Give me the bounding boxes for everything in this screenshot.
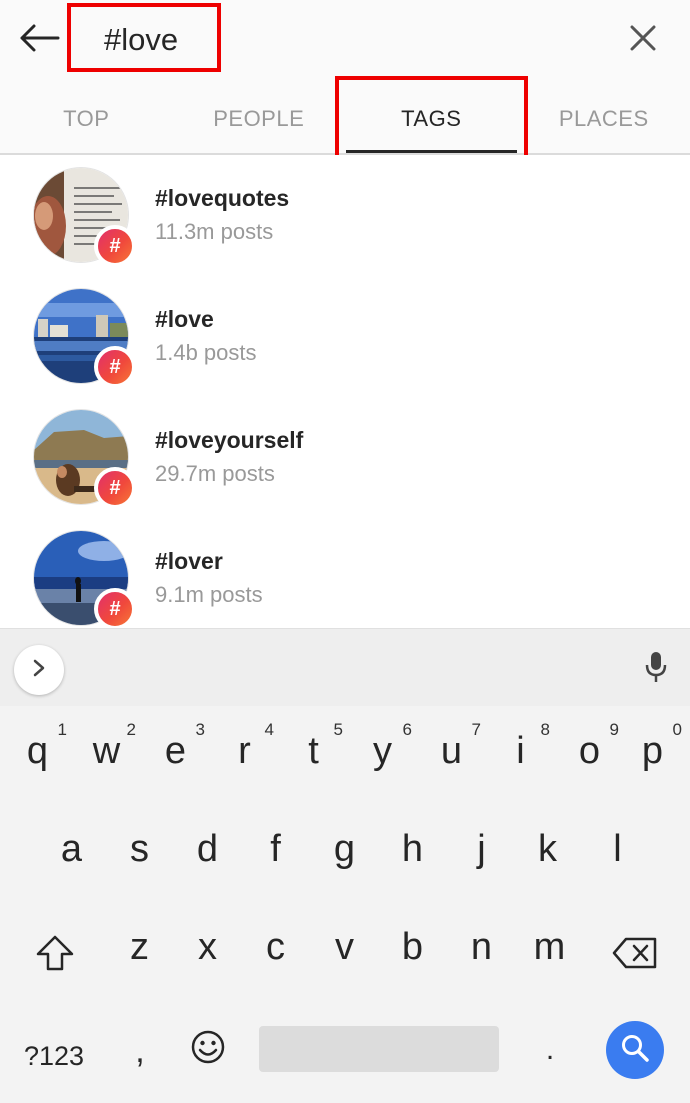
tag-result-lovequotes[interactable]: # #lovequotes 11.3m posts bbox=[0, 155, 690, 276]
key-o[interactable]: o9 bbox=[555, 706, 624, 796]
key-alt-label: 4 bbox=[264, 720, 274, 739]
shift-icon bbox=[35, 934, 75, 977]
tab-people[interactable]: PEOPLE bbox=[173, 92, 346, 153]
key-g[interactable]: g bbox=[310, 806, 379, 896]
key-y[interactable]: y6 bbox=[348, 706, 417, 796]
tab-top[interactable]: TOP bbox=[0, 92, 173, 153]
key-k[interactable]: k bbox=[513, 806, 582, 896]
search-key[interactable] bbox=[606, 1021, 664, 1079]
key-label: s bbox=[130, 828, 149, 870]
space-key[interactable] bbox=[259, 1026, 499, 1072]
key-d[interactable]: d bbox=[173, 806, 242, 896]
tag-name: #love bbox=[155, 306, 214, 332]
key-alt-label: 3 bbox=[195, 720, 205, 739]
key-alt-label: 0 bbox=[672, 720, 682, 739]
key-alt-label: 8 bbox=[540, 720, 550, 739]
key-label: b bbox=[401, 926, 424, 968]
period-key[interactable]: . bbox=[530, 1028, 570, 1072]
key-p[interactable]: p0 bbox=[618, 706, 687, 796]
active-tab-indicator bbox=[346, 150, 517, 153]
key-label: a bbox=[60, 828, 83, 870]
key-alt-label: 2 bbox=[126, 720, 136, 739]
key-label: g bbox=[333, 828, 356, 870]
backspace-key[interactable] bbox=[606, 928, 664, 982]
key-label: x bbox=[198, 926, 217, 968]
key-label: c bbox=[266, 926, 285, 968]
search-header: TOP PEOPLE TAGS PLACES bbox=[0, 0, 690, 155]
key-b[interactable]: b bbox=[378, 904, 447, 994]
key-v[interactable]: v bbox=[310, 904, 379, 994]
symbols-key[interactable]: ?123 bbox=[14, 1031, 94, 1081]
emoji-key[interactable] bbox=[186, 1026, 230, 1072]
key-s[interactable]: s bbox=[105, 806, 174, 896]
key-label: h bbox=[401, 828, 424, 870]
key-n[interactable]: n bbox=[447, 904, 516, 994]
keyboard-toolbar bbox=[0, 628, 690, 706]
key-label: f bbox=[270, 828, 281, 870]
tag-name: #lovequotes bbox=[155, 185, 290, 211]
tag-result-loveyourself[interactable]: # #loveyourself 29.7m posts bbox=[0, 397, 690, 518]
tag-post-count: 29.7m posts bbox=[155, 461, 275, 486]
key-label: v bbox=[335, 926, 354, 968]
tag-post-count: 9.1m posts bbox=[155, 582, 263, 607]
search-input[interactable] bbox=[104, 18, 564, 62]
hashtag-badge-icon: # bbox=[94, 225, 136, 267]
clear-search-button[interactable] bbox=[620, 18, 666, 62]
tag-result-lover[interactable]: # #lover 9.1m posts bbox=[0, 518, 690, 627]
on-screen-keyboard: q1 w2 e3 r4 t5 y6 u7 i8 o9 p0 a s d f g … bbox=[0, 706, 690, 1103]
key-i[interactable]: i8 bbox=[486, 706, 555, 796]
tag-name: #loveyourself bbox=[155, 427, 304, 453]
key-alt-label: 7 bbox=[471, 720, 481, 739]
key-alt-label: 1 bbox=[57, 720, 67, 739]
key-alt-label: 6 bbox=[402, 720, 412, 739]
backspace-icon bbox=[612, 936, 658, 975]
tab-tags[interactable]: TAGS bbox=[345, 92, 518, 153]
key-label: n bbox=[470, 926, 493, 968]
key-r[interactable]: r4 bbox=[210, 706, 279, 796]
tag-name: #lover bbox=[155, 548, 223, 574]
key-m[interactable]: m bbox=[515, 904, 584, 994]
back-button[interactable] bbox=[14, 18, 64, 62]
key-label: z bbox=[130, 926, 149, 968]
tag-result-love[interactable]: # #love 1.4b posts bbox=[0, 276, 690, 397]
key-q[interactable]: q1 bbox=[3, 706, 72, 796]
tag-post-count: 11.3m posts bbox=[155, 219, 274, 244]
key-label: d bbox=[196, 828, 219, 870]
comma-key[interactable]: , bbox=[120, 1021, 160, 1081]
key-label: k bbox=[538, 828, 557, 870]
key-label: m bbox=[533, 926, 566, 968]
search-tabs: TOP PEOPLE TAGS PLACES bbox=[0, 92, 690, 153]
key-label: j bbox=[477, 828, 486, 870]
key-x[interactable]: x bbox=[173, 904, 242, 994]
hashtag-badge-icon: # bbox=[94, 346, 136, 388]
microphone-icon bbox=[644, 650, 668, 689]
hashtag-badge-icon: # bbox=[94, 467, 136, 509]
tag-results-list: # #lovequotes 11.3m posts # #love 1.4b p… bbox=[0, 155, 690, 627]
key-alt-label: 5 bbox=[333, 720, 343, 739]
key-l[interactable]: l bbox=[583, 806, 652, 896]
key-f[interactable]: f bbox=[241, 806, 310, 896]
shift-key[interactable] bbox=[28, 928, 82, 982]
search-icon bbox=[620, 1033, 650, 1068]
key-c[interactable]: c bbox=[241, 904, 310, 994]
key-e[interactable]: e3 bbox=[141, 706, 210, 796]
voice-input-button[interactable] bbox=[636, 647, 676, 691]
key-u[interactable]: u7 bbox=[417, 706, 486, 796]
chevron-right-icon bbox=[31, 658, 47, 683]
key-label: l bbox=[613, 828, 622, 870]
arrow-left-icon bbox=[18, 23, 60, 58]
hashtag-badge-icon: # bbox=[94, 588, 136, 627]
key-a[interactable]: a bbox=[37, 806, 106, 896]
tab-places[interactable]: PLACES bbox=[518, 92, 690, 153]
close-icon bbox=[630, 25, 656, 56]
emoji-icon bbox=[190, 1029, 226, 1070]
tag-post-count: 1.4b posts bbox=[155, 340, 257, 365]
key-t[interactable]: t5 bbox=[279, 706, 348, 796]
key-j[interactable]: j bbox=[447, 806, 516, 896]
key-h[interactable]: h bbox=[378, 806, 447, 896]
keyboard-expand-button[interactable] bbox=[14, 645, 64, 695]
key-w[interactable]: w2 bbox=[72, 706, 141, 796]
key-z[interactable]: z bbox=[105, 904, 174, 994]
